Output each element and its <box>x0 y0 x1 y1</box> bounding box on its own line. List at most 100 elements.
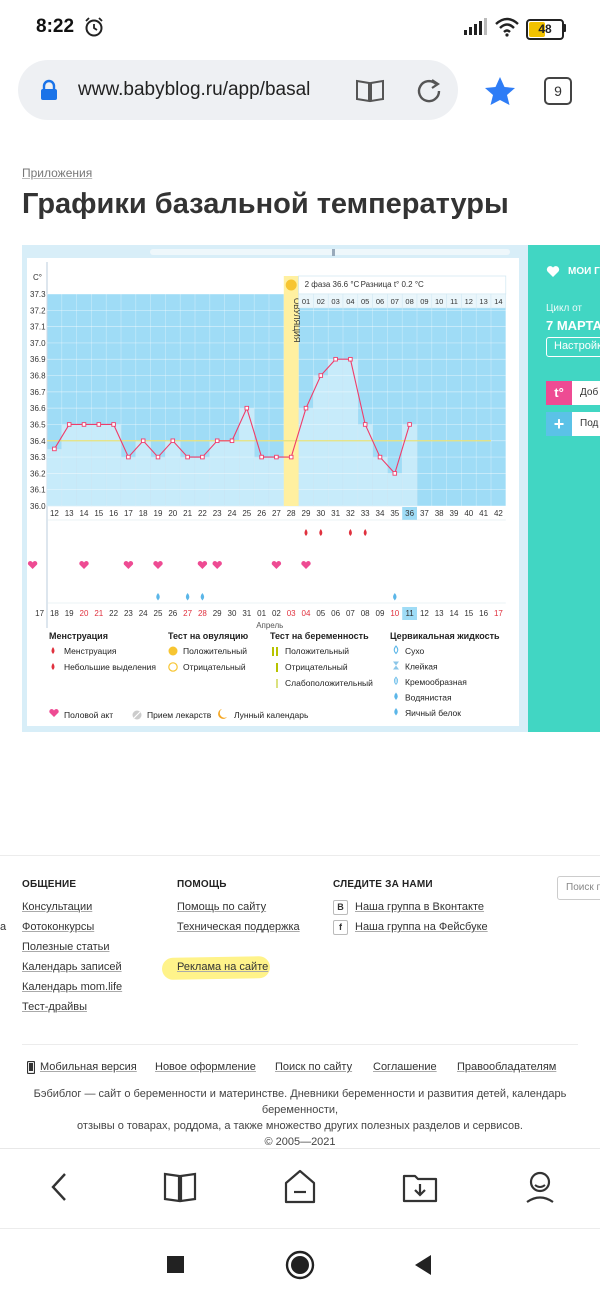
footer-link-calendar[interactable]: Календарь записей <box>22 961 122 973</box>
footer-link-vk[interactable]: Наша группа в Вконтакте <box>355 901 484 913</box>
footer-left-clip: а <box>0 921 7 933</box>
cycle-day-label: 19 <box>154 509 163 518</box>
temperature-bar <box>76 424 92 507</box>
link-copyright-holders[interactable]: Правообладателям <box>457 1061 556 1073</box>
cervical-drop-icon <box>185 593 190 601</box>
footer-link-momlife[interactable]: Календарь mom.life <box>22 981 122 993</box>
footer-link-testdrives[interactable]: Тест-драйвы <box>22 1001 87 1013</box>
link-agreement[interactable]: Соглашение <box>373 1061 437 1073</box>
widget-scrollbar[interactable] <box>150 249 510 255</box>
temperature-bar <box>179 456 196 507</box>
cervical-dry-icon <box>393 645 399 655</box>
reload-icon[interactable] <box>416 78 442 104</box>
menstruation-drop-icon <box>363 529 367 536</box>
phase2-day-label: 09 <box>420 297 428 306</box>
y-tick-label: 36.9 <box>30 355 46 364</box>
link-mobile-version[interactable]: Мобильная версия <box>40 1061 137 1073</box>
bookmark-star-icon[interactable] <box>484 76 516 106</box>
phase2-difference: Разница t° 0.2 °С <box>361 280 424 289</box>
system-back-icon[interactable] <box>413 1254 433 1276</box>
date-label: 08 <box>361 609 370 618</box>
date-label: 10 <box>390 609 399 618</box>
cycle-date: 7 МАРТА <box>546 318 600 333</box>
mobile-icon <box>27 1061 35 1074</box>
link-site-search[interactable]: Поиск по сайту <box>275 1061 352 1073</box>
cycle-day-label: 16 <box>109 509 118 518</box>
pregnancy-test-icon <box>272 647 274 656</box>
y-unit-label: С° <box>33 273 42 282</box>
add-other-button[interactable]: + Под <box>546 412 600 436</box>
home-circle-icon[interactable] <box>285 1250 315 1280</box>
date-label: 14 <box>450 609 459 618</box>
cycle-day-label: 24 <box>228 509 237 518</box>
cycle-day-label: 15 <box>94 509 103 518</box>
cervical-sticky-icon <box>393 661 399 670</box>
battery-level: 48 <box>538 22 552 36</box>
legend-item: Яичный белок <box>405 708 461 718</box>
cervical-drop-icon <box>394 692 398 700</box>
footer-link-help[interactable]: Помощь по сайту <box>177 901 266 913</box>
cycle-day-label: 14 <box>80 509 89 518</box>
recent-apps-icon[interactable] <box>167 1256 184 1273</box>
temperature-bar <box>372 456 388 507</box>
intercourse-heart-icon <box>49 709 59 717</box>
y-axis-ticks: С° 37.3 37.2 37.1 37.0 36.9 36.8 36.7 36.6 36.5 36… <box>30 273 46 511</box>
phase2-day-label: 02 <box>317 297 325 306</box>
legend-item: Прием лекарств <box>147 710 212 720</box>
url-text[interactable]: www.babyblog.ru/app/basal <box>78 79 310 101</box>
phase2-day-label: 11 <box>450 297 458 306</box>
profile-icon[interactable] <box>524 1169 556 1205</box>
date-label: 11 <box>405 609 414 618</box>
add-temperature-button[interactable]: t° Доб <box>546 381 600 405</box>
footer-link-facebook[interactable]: Наша группа на Фейсбуке <box>355 921 488 933</box>
legend-item: Половой акт <box>64 710 113 720</box>
pregnancy-test-icon <box>276 663 278 672</box>
cervical-drop-icon <box>394 708 398 716</box>
footer-link-articles[interactable]: Полезные статьи <box>22 941 109 953</box>
intercourse-heart-icon <box>27 561 38 569</box>
y-tick-label: 36.2 <box>30 469 46 478</box>
temperature-bar <box>46 448 63 507</box>
footer-link-advertising[interactable]: Реклама на сайте <box>177 961 268 973</box>
temperature-bar <box>194 456 211 507</box>
downloads-icon[interactable] <box>402 1171 438 1203</box>
date-label: 05 <box>316 609 325 618</box>
temperature-point <box>111 422 116 427</box>
month-label: Апрель <box>256 621 283 630</box>
settings-button[interactable]: Настройк <box>546 337 600 357</box>
chart-legend: Менструация Менструация Небольшие выделени… <box>49 631 500 720</box>
footer-link-photo-contests[interactable]: Фотоконкурсы <box>22 921 94 933</box>
legend-item: Лунный календарь <box>234 710 309 720</box>
date-label: 31 <box>242 609 251 618</box>
y-tick-label: 36.5 <box>30 420 46 429</box>
link-new-design[interactable]: Новое оформление <box>155 1061 256 1073</box>
temperature-point <box>140 438 146 444</box>
tab-count-button[interactable]: 9 <box>544 77 572 105</box>
cycle-day-label: 13 <box>65 509 74 518</box>
date-label: 12 <box>420 609 429 618</box>
phase2-day-label: 03 <box>331 297 339 306</box>
bookmarks-book-icon[interactable] <box>163 1171 197 1203</box>
legend-item: Кремообразная <box>405 677 467 687</box>
temperature-point <box>214 438 220 444</box>
temperature-bar <box>91 424 107 507</box>
cycle-day-label: 12 <box>50 509 59 518</box>
home-icon[interactable] <box>283 1169 317 1205</box>
ovulation-positive-icon <box>168 646 178 656</box>
address-bar[interactable]: www.babyblog.ru/app/basal <box>18 60 458 120</box>
footer-link-consultations[interactable]: Консультации <box>22 901 92 913</box>
vk-icon: B <box>333 900 348 915</box>
breadcrumb[interactable]: Приложения <box>22 166 92 180</box>
legend-ovulation-title: Тест на овуляцию <box>168 631 249 641</box>
cycle-day-label: 23 <box>213 509 222 518</box>
widget-scroll-thumb[interactable] <box>332 249 335 256</box>
reader-mode-icon[interactable] <box>355 77 385 103</box>
ovulation-band: ОВУЛЯЦИЯ <box>283 276 301 506</box>
footer-search-input[interactable]: Поиск п <box>557 876 600 900</box>
footer-link-support[interactable]: Техническая поддержка <box>177 921 300 933</box>
y-tick-label: 37.2 <box>30 306 46 315</box>
phase2-temperature: 2 фаза 36.6 °С <box>305 280 360 289</box>
temperature-point <box>348 356 353 362</box>
cycle-day-label: 18 <box>139 509 148 518</box>
back-icon[interactable] <box>48 1171 70 1203</box>
